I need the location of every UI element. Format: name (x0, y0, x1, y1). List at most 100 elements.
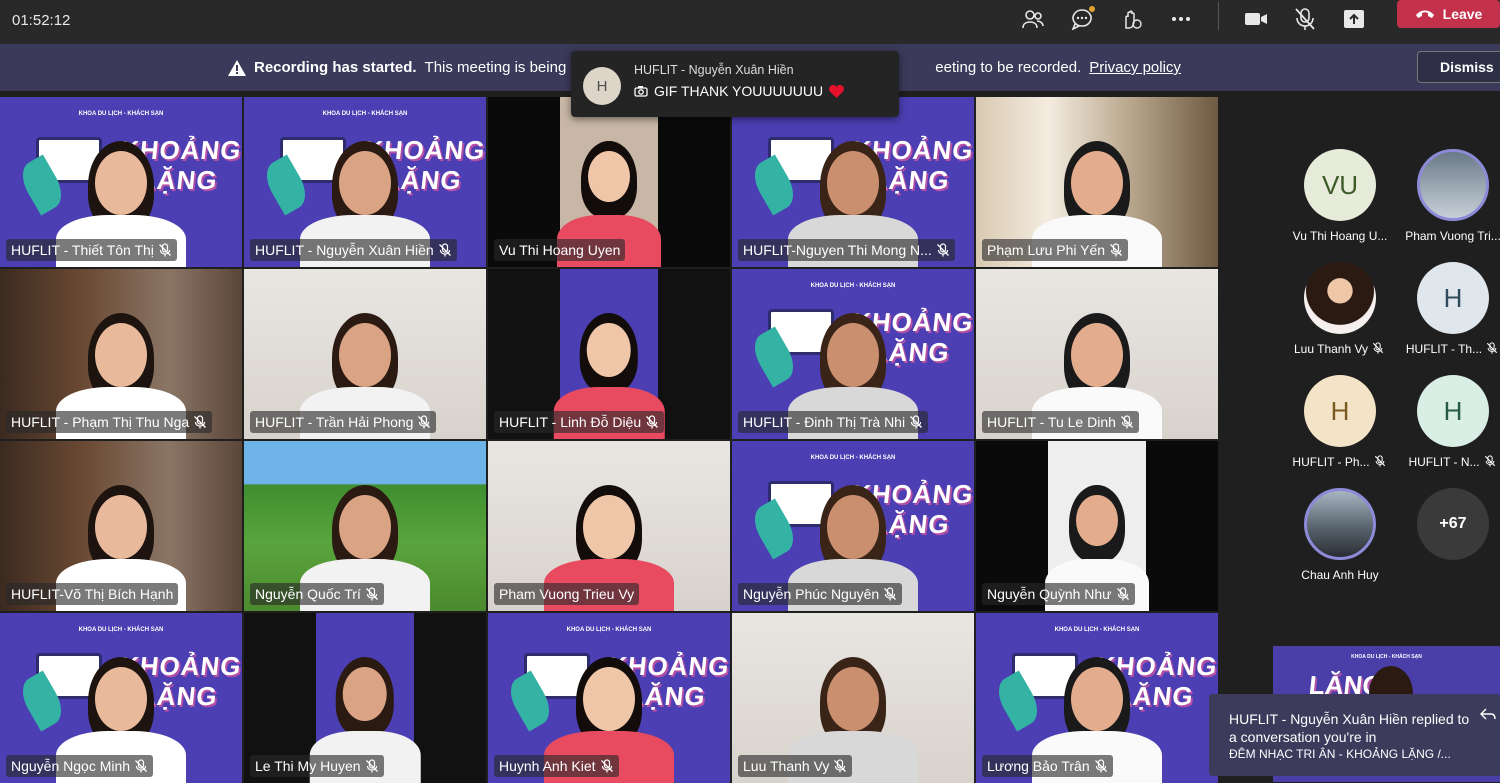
participant-label: HUFLIT - Ph... (1282, 455, 1398, 469)
video-tile[interactable]: KHOA DU LỊCH - KHÁCH SẠN KHOẢNG LẶNG Lương … (976, 613, 1218, 783)
mic-off-icon (936, 243, 950, 257)
mic-off-icon[interactable] (1288, 2, 1322, 36)
leave-button[interactable]: Leave (1397, 0, 1500, 28)
participant-name: HUFLIT - Th... (1405, 342, 1483, 356)
notification-message: GIF THANK YOUUUUUUU (634, 83, 844, 99)
reply-notification[interactable]: HUFLIT - Nguyễn Xuân Hiền replied to a c… (1209, 694, 1500, 776)
video-tile[interactable]: KHOA DU LỊCH - KHÁCH SẠN KHOẢNG LẶNG Huynh … (488, 613, 730, 783)
participant-name: HUFLIT - Phạm Thị Thu Nga (11, 414, 190, 430)
mic-off-icon (1484, 455, 1498, 469)
chat-notification[interactable]: H HUFLIT - Nguyễn Xuân Hiền GIF THANK YO… (571, 51, 899, 117)
video-tile[interactable]: KHOA DU LỊCH - KHÁCH SẠNKHOẢNGLẶNGHUFLIT… (732, 97, 974, 267)
participant-face (1076, 495, 1118, 547)
video-tile[interactable]: KHOA DU LỊCH - KHÁCH SẠN KHOẢNG LẶNG Nguyễn… (0, 613, 242, 783)
participant-face (827, 323, 879, 387)
more-icon[interactable] (1164, 2, 1198, 36)
participant-item[interactable]: Luu Thanh Vy (1282, 262, 1398, 356)
participant-face (95, 495, 147, 559)
participant-item[interactable]: Chau Anh Huy (1282, 488, 1398, 582)
avatar (1304, 262, 1376, 334)
participant-item[interactable]: H HUFLIT - Ph... (1282, 375, 1398, 469)
video-tile[interactable]: Vu Thi Hoang Uyen (488, 97, 730, 267)
participant-face (1071, 667, 1123, 731)
leave-label: Leave (1442, 6, 1483, 22)
participant-name-label: Nguyễn Quỳnh Như (982, 583, 1135, 605)
avatar (1304, 488, 1376, 560)
participant-face (583, 667, 635, 731)
video-tile[interactable]: Nguyễn Quốc Trí (244, 441, 486, 611)
video-tile[interactable]: HUFLIT-Võ Thị Bích Hạnh (0, 441, 242, 611)
participant-item[interactable]: H HUFLIT - Th... (1395, 262, 1500, 356)
participant-face (1071, 323, 1123, 387)
video-tile[interactable]: Phạm Lưu Phi Yến (976, 97, 1218, 267)
video-tile[interactable]: Le Thi My Huyen (244, 613, 486, 783)
more-count: +67 (1417, 488, 1489, 560)
participant-name: Pham Vuong Tri... (1405, 229, 1500, 243)
participant-name-label: HUFLIT - Phạm Thị Thu Nga (6, 411, 213, 433)
poster-header: KHOA DU LỊCH - KHÁCH SẠN (1351, 654, 1422, 660)
video-tile[interactable]: HUFLIT - Trần Hải Phong (244, 269, 486, 439)
participant-name: Vu Thi Hoang Uyen (499, 242, 621, 258)
avatar: H (1304, 375, 1376, 447)
mic-off-icon (833, 759, 847, 773)
mic-off-icon (365, 587, 379, 601)
video-tile[interactable]: HUFLIT - Tu Le Dinh (976, 269, 1218, 439)
participant-name-label: Vu Thi Hoang Uyen (494, 239, 626, 261)
participant-label: HUFLIT - Th... (1395, 342, 1500, 356)
participant-label: HUFLIT - N... (1395, 455, 1500, 469)
mic-off-icon (438, 243, 452, 257)
participant-item[interactable]: Pham Vuong Tri... (1395, 149, 1500, 243)
video-tile[interactable]: HUFLIT - Linh Đỗ Diệu (488, 269, 730, 439)
participant-name: HUFLIT - Nguyễn Xuân Hiền (255, 242, 434, 258)
participant-item[interactable]: H HUFLIT - N... (1395, 375, 1500, 469)
participant-name-label: Nguyễn Quốc Trí (250, 583, 384, 605)
participant-name-label: Phạm Lưu Phi Yến (982, 239, 1129, 261)
participant-face (95, 151, 147, 215)
participant-name: Luu Thanh Vy (1293, 342, 1369, 356)
participant-label: Vu Thi Hoang U... (1282, 229, 1398, 243)
more-participants-button[interactable]: +67 (1395, 488, 1500, 560)
video-tile[interactable]: KHOA DU LỊCH - KHÁCH SẠNKHOẢNGLẶNGHUFLIT… (244, 97, 486, 267)
video-tile[interactable]: KHOA DU LỊCH - KHÁCH SẠNKHOẢNGLẶNGHUFLIT… (0, 97, 242, 267)
chat-icon[interactable] (1065, 2, 1099, 36)
mic-off-icon (417, 415, 431, 429)
participant-name: Le Thi My Huyen (255, 758, 361, 774)
participant-name-label: Pham Vuong Trieu Vy (494, 583, 640, 605)
video-tile[interactable]: HUFLIT - Phạm Thị Thu Nga (0, 269, 242, 439)
mic-off-icon (1486, 342, 1500, 356)
video-tile[interactable]: Pham Vuong Trieu Vy (488, 441, 730, 611)
participant-name-label: HUFLIT - Tu Le Dinh (982, 411, 1139, 433)
avatar: VU (1304, 149, 1376, 221)
camera-icon[interactable] (1239, 2, 1273, 36)
participant-name-label: Huynh Anh Kiet (494, 755, 619, 777)
hang-up-icon (1415, 10, 1434, 18)
reply-icon (1480, 708, 1496, 720)
participant-face (827, 667, 879, 731)
participant-name: Vu Thi Hoang U... (1292, 229, 1388, 243)
notification-text: GIF THANK YOUUUUUUU (654, 83, 824, 99)
share-icon[interactable] (1337, 2, 1371, 36)
participant-name-label: Nguyễn Phúc Nguyên (738, 583, 903, 605)
participant-name: HUFLIT - Thiết Tôn Thị (11, 242, 154, 258)
video-tile[interactable]: KHOA DU LỊCH - KHÁCH SẠN KHOẢNG LẶNG Nguyễn… (732, 441, 974, 611)
mic-off-icon (1372, 342, 1386, 356)
meeting-timer: 01:52:12 (12, 12, 71, 29)
video-tile[interactable]: Luu Thanh Vy (732, 613, 974, 783)
privacy-policy-link[interactable]: Privacy policy (1089, 59, 1181, 76)
mic-off-icon (645, 415, 659, 429)
participant-name-label: HUFLIT - Nguyễn Xuân Hiền (250, 239, 457, 261)
video-grid: KHOA DU LỊCH - KHÁCH SẠN KHOẢNG LẶNG HUFLIT… (0, 97, 1222, 783)
dismiss-button[interactable]: Dismiss (1417, 51, 1500, 83)
participant-face (583, 495, 635, 559)
reactions-icon[interactable] (1114, 2, 1148, 36)
video-tile[interactable]: KHOA DU LỊCH - KHÁCH SẠNKHOẢNGLẶNGHUFLIT… (732, 269, 974, 439)
participant-name: HUFLIT - Tu Le Dinh (987, 414, 1116, 430)
participant-name-label: Le Thi My Huyen (250, 755, 384, 777)
participant-item[interactable]: VU Vu Thi Hoang U... (1282, 149, 1398, 243)
video-tile[interactable]: Nguyễn Quỳnh Như (976, 441, 1218, 611)
participant-label: Chau Anh Huy (1282, 568, 1398, 582)
mic-off-icon (1120, 415, 1134, 429)
mic-off-icon (600, 759, 614, 773)
recording-text-1: This meeting is being rec (424, 59, 592, 76)
people-icon[interactable] (1016, 2, 1050, 36)
